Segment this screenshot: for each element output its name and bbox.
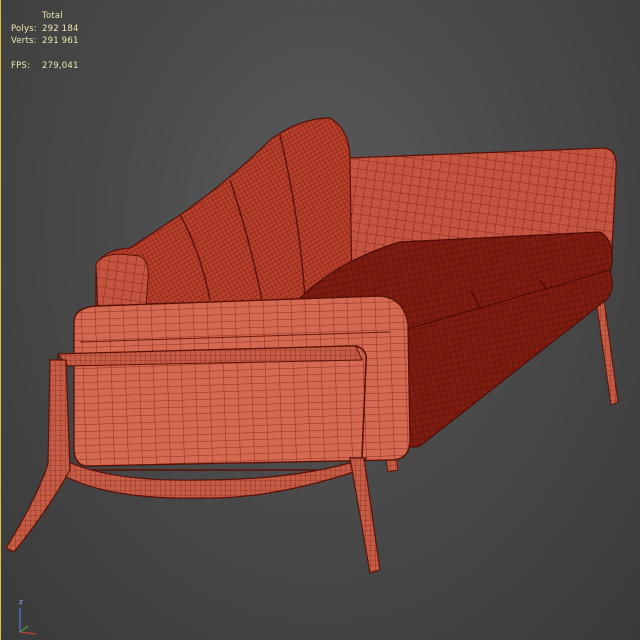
sofa-leg-back-right — [595, 299, 619, 406]
axis-gizmo[interactable] — [6, 598, 46, 638]
sofa-armrest-back-left — [95, 253, 149, 311]
perspective-viewport[interactable]: Total Polys: 292 184 Verts: 291 961 FPS:… — [0, 0, 640, 640]
sofa-leg-front-left — [5, 359, 71, 553]
axis-z-label: z — [19, 598, 23, 606]
sofa-leg-front-right — [349, 457, 381, 574]
sofa-wireframe-model[interactable] — [0, 0, 640, 640]
sofa-armrest-front — [73, 295, 411, 467]
